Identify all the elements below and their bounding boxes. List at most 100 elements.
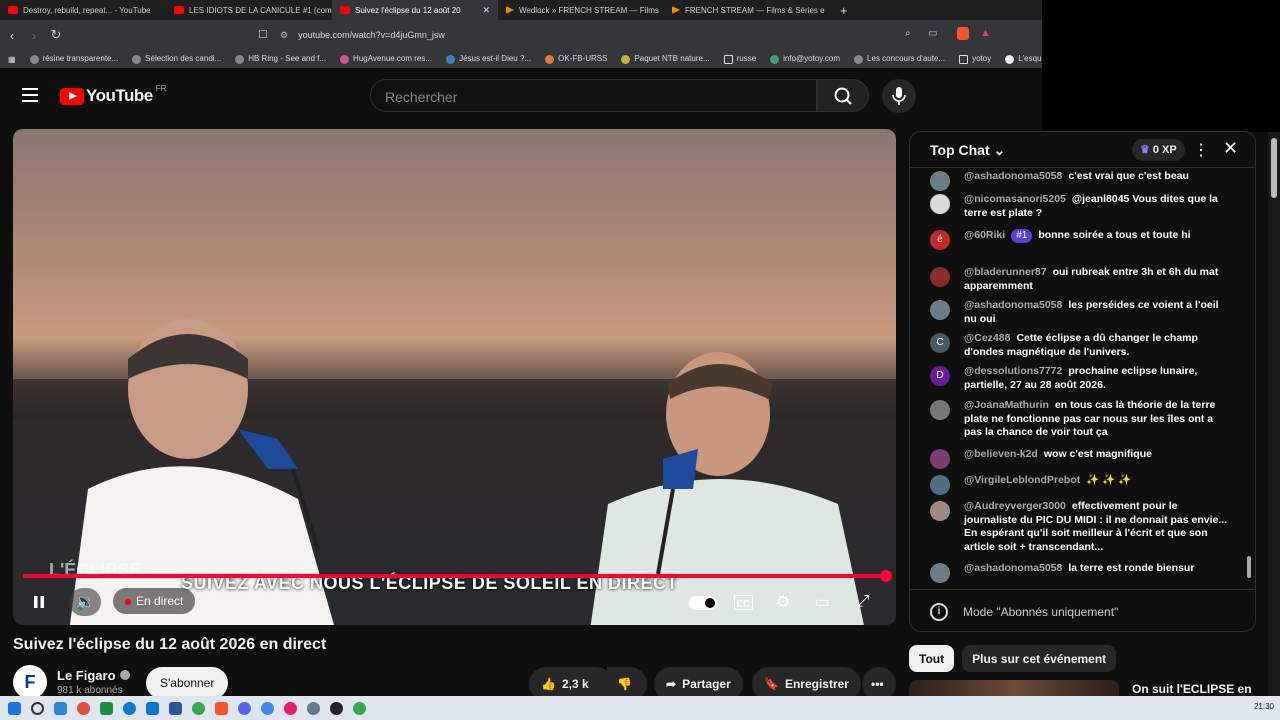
browser-tab[interactable]: LES IDIOTS DE LA CANICULE #1 (com [166, 0, 332, 20]
chat-author[interactable]: @Audreyverger3000 [964, 500, 1066, 512]
reload-icon[interactable]: ↻ [46, 27, 66, 43]
url-field[interactable]: ⚙ youtube.com/watch?v=d4juGmn_jsw [280, 25, 1000, 45]
cast-icon[interactable]: ▭ [928, 28, 937, 39]
chrome-icon[interactable] [192, 701, 205, 715]
chat-author-avatar[interactable] [930, 501, 950, 521]
autoplay-toggle[interactable] [689, 596, 717, 610]
chat-author-avatar[interactable] [930, 171, 950, 191]
live-indicator[interactable]: En direct [113, 588, 196, 614]
chat-scroll-thumb[interactable] [1247, 556, 1251, 578]
search-button[interactable] [817, 79, 869, 112]
chat-author-avatar[interactable] [930, 400, 950, 420]
search-input[interactable]: Rechercher [370, 79, 817, 112]
chat-message[interactable]: @ashadonoma5058 les perséides ce voient a… [930, 299, 1230, 326]
chat-author[interactable]: @bladerunner87 [964, 266, 1047, 278]
excel-icon[interactable] [100, 701, 113, 715]
chat-author-avatar[interactable]: D [930, 366, 950, 386]
chat-author[interactable]: @60Riki [964, 229, 1005, 241]
search-icon[interactable] [31, 701, 44, 715]
outlook-icon[interactable] [54, 701, 67, 715]
theater-mode-button[interactable]: ▭ [810, 590, 834, 614]
page-scrollbar[interactable] [1268, 132, 1280, 696]
browser-tab[interactable]: Wedlock » FRENCH STREAM — Films [498, 0, 664, 20]
pause-button[interactable] [27, 590, 51, 614]
chat-author-avatar[interactable]: é [930, 230, 950, 250]
chat-message[interactable]: @Audreyverger3000 effectivement pour le j… [930, 500, 1230, 554]
chat-author-avatar[interactable] [930, 194, 950, 214]
chat-message[interactable]: @VirgileLeblondPrebot ✨ ✨ ✨ [930, 474, 1230, 495]
volume-button[interactable]: 🔉 [69, 588, 101, 616]
menu-icon[interactable] [22, 88, 38, 102]
bookmark-item[interactable]: HB Ring - See and f... [235, 54, 326, 64]
youtube-logo[interactable]: YouTube FR [60, 84, 166, 106]
brave-shield-icon[interactable] [957, 27, 969, 40]
apps-icon[interactable]: ▦ [8, 55, 16, 64]
chat-message[interactable]: é @60Riki #1 bonne soirée a tous et toute h… [930, 229, 1230, 250]
chat-message[interactable]: @ashadonoma5058 c'est vrai que c'est beau [930, 170, 1230, 191]
chip-all[interactable]: Tout [909, 645, 955, 672]
chat-message[interactable]: @ashadonoma5058 la terre est ronde biensu… [930, 562, 1230, 583]
brave-icon[interactable] [215, 701, 228, 715]
close-chat-icon[interactable]: ✕ [1223, 138, 1238, 159]
chat-message[interactable]: @nicomasanori5205 @jeanl8045 Vous dites q… [930, 193, 1230, 220]
chat-author-avatar[interactable] [930, 300, 950, 320]
start-icon[interactable] [8, 701, 21, 715]
chat-message[interactable]: D @dessolutions7772 prochaine eclipse luna… [930, 365, 1230, 392]
word-icon[interactable] [169, 701, 182, 715]
chat-author[interactable]: @Cez488 [964, 332, 1010, 344]
bookmark-item[interactable]: Paquet NTB nature... [621, 54, 710, 64]
channel-avatar[interactable]: F [13, 665, 47, 699]
recommended-thumbnail[interactable] [909, 680, 1119, 696]
xp-badge[interactable]: ♛ 0 XP [1132, 139, 1185, 161]
bookmark-item[interactable]: info@yotoy.com [770, 54, 840, 64]
chat-scrollbar[interactable] [1244, 174, 1254, 584]
subscribe-button[interactable]: S'abonner [146, 667, 229, 699]
browser-tab-active[interactable]: Suivez l'éclipse du 12 août 20 ✕ [332, 0, 498, 20]
chat-message[interactable]: @believen-k2d wow c'est magnifique [930, 448, 1230, 469]
chat-author-avatar[interactable] [930, 267, 950, 287]
video-player[interactable]: L'ÉCLIPSE SUIVEZ AVEC NOUS L'ÉCLIPSE DE … [13, 129, 896, 625]
chat-message[interactable]: @bladerunner87 oui rubreak entre 3h et 6h… [930, 266, 1230, 293]
progress-bar[interactable] [23, 570, 892, 582]
bookmark-item[interactable]: résine transparente... [29, 54, 118, 64]
chrome-icon[interactable] [261, 701, 274, 715]
chat-mode-dropdown[interactable]: Top Chat ⌄ [930, 142, 1005, 159]
chat-message[interactable]: C @Cez488 Cette éclipse a dû changer le ch… [930, 332, 1230, 359]
chip-event[interactable]: Plus sur cet événement [962, 645, 1117, 672]
app-icon[interactable] [77, 701, 90, 715]
bookmark-folder[interactable]: russe [723, 54, 756, 64]
settings-button[interactable]: ⚙ [771, 590, 795, 614]
close-tab-icon[interactable]: ✕ [482, 5, 490, 16]
page-scroll-thumb[interactable] [1271, 138, 1277, 198]
zoom-icon[interactable]: ⌕ [905, 28, 911, 39]
brave-rewards-icon[interactable]: ▲ [980, 27, 991, 39]
browser-tab[interactable]: FRENCH STREAM — Films & Séries e [664, 0, 830, 20]
bookmark-item[interactable]: Sélection des candi... [132, 54, 221, 64]
bookmark-folder[interactable]: yotoy [959, 54, 991, 64]
mail-icon[interactable] [146, 701, 159, 715]
recommended-title[interactable]: On suit l'ECLIPSE en [1132, 682, 1252, 696]
bookmark-item[interactable]: Les concours d'aute... [854, 54, 945, 64]
bookmark-item[interactable]: L'esqu [1005, 54, 1042, 64]
chat-author-avatar[interactable] [930, 475, 950, 495]
chat-author[interactable]: @ashadonoma5058 [964, 562, 1062, 574]
back-icon[interactable]: ‹ [2, 28, 22, 43]
app-icon[interactable] [284, 701, 297, 715]
site-info-icon[interactable]: ⚙ [280, 30, 288, 41]
channel-name[interactable]: Le Figaro [57, 668, 130, 683]
chat-author[interactable]: @nicomasanori5205 [964, 193, 1066, 205]
chat-message[interactable]: @JoanaMathurin en tous cas là théorie de … [930, 399, 1230, 440]
forward-icon[interactable]: › [24, 28, 44, 43]
edge-icon[interactable] [123, 701, 136, 715]
app-icon[interactable] [330, 701, 343, 715]
new-tab-button[interactable]: + [830, 3, 858, 18]
chat-more-icon[interactable]: ⋮ [1193, 140, 1209, 160]
bookmark-item[interactable]: HugAvenue.com res... [340, 54, 432, 64]
discord-icon[interactable] [238, 701, 251, 715]
bookmark-star-icon[interactable]: ☐ [258, 28, 268, 41]
chat-author-avatar[interactable] [930, 449, 950, 469]
subtitles-button[interactable]: cc [731, 590, 755, 614]
chat-author[interactable]: @ashadonoma5058 [964, 299, 1062, 311]
progress-knob[interactable] [880, 570, 892, 582]
app-icon[interactable] [307, 701, 320, 715]
